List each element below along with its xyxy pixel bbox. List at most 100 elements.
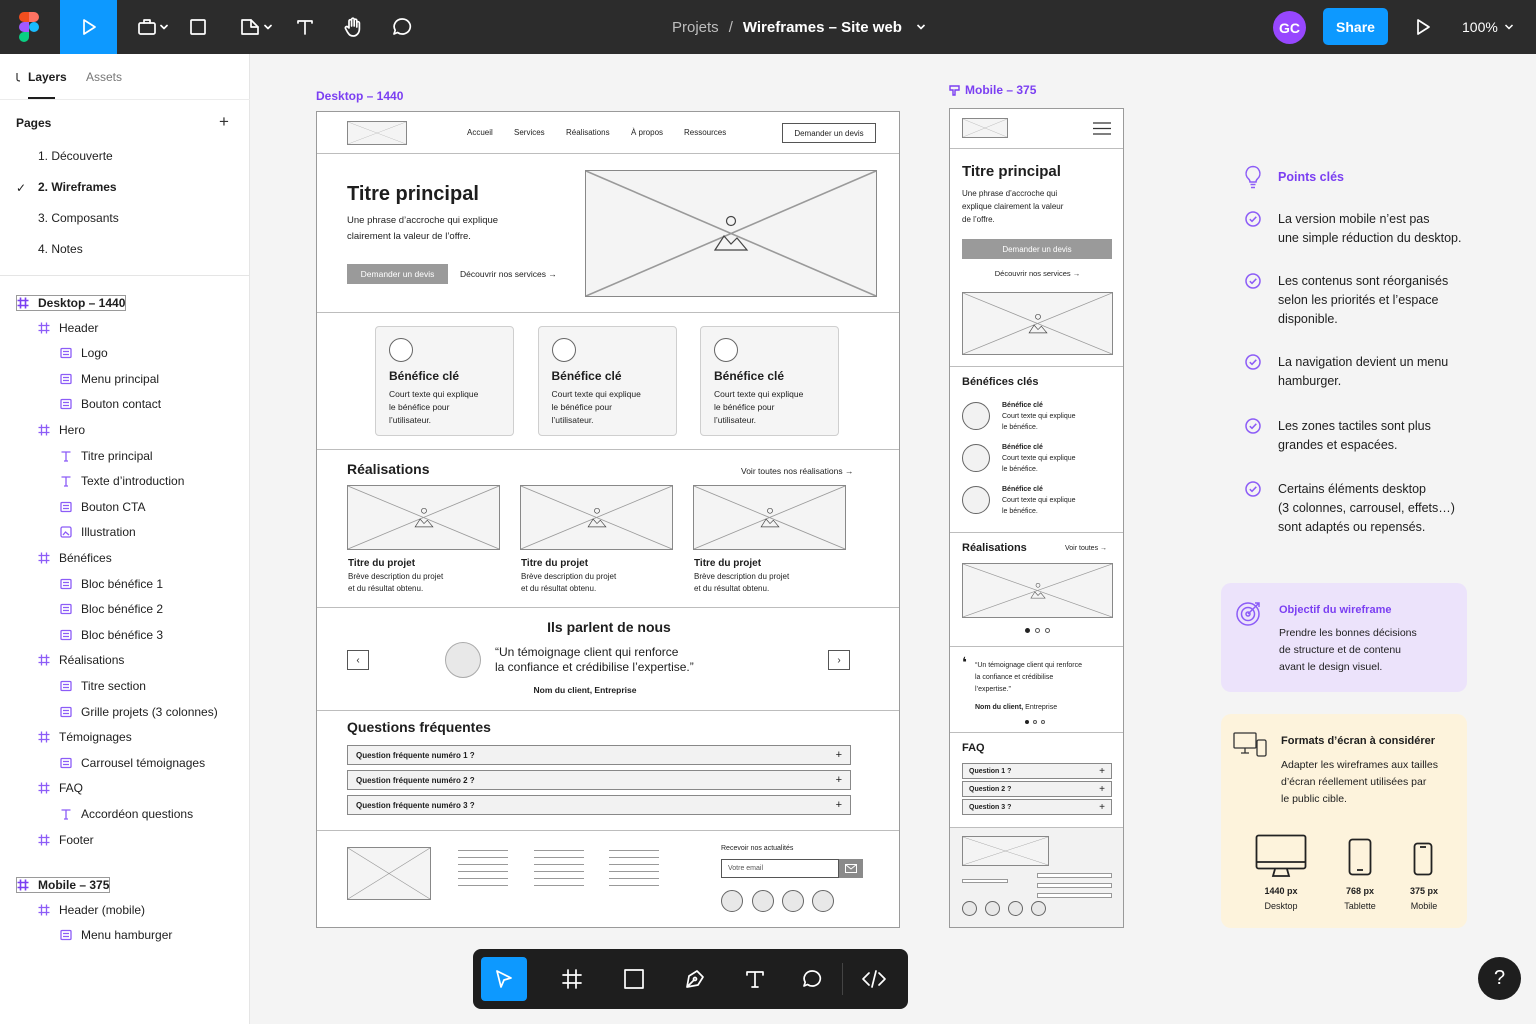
benefit-card: Bénéfice clé Court texte qui explique le… bbox=[537, 326, 677, 436]
mobile-faq-item[interactable]: Question 3 ? + bbox=[962, 799, 1112, 815]
layer-item[interactable]: Menu principal bbox=[60, 372, 159, 386]
hand-tool-button[interactable] bbox=[335, 0, 371, 54]
hamburger-menu-icon[interactable] bbox=[1093, 122, 1111, 135]
mobile-projects-link[interactable]: Voir toutes → bbox=[1065, 545, 1107, 552]
layer-item[interactable]: Logo bbox=[60, 346, 108, 360]
layer-item[interactable]: Illustration bbox=[60, 525, 136, 539]
avatar[interactable]: GC bbox=[1273, 11, 1306, 44]
social-icon[interactable] bbox=[812, 890, 834, 912]
mobile-faq-item[interactable]: Question 1 ? + bbox=[962, 763, 1112, 779]
pen-tool-button[interactable] bbox=[232, 0, 278, 54]
social-icon[interactable] bbox=[1031, 901, 1046, 916]
layer-item[interactable]: Témoignages bbox=[38, 730, 132, 744]
tab-layers[interactable]: Layers bbox=[28, 70, 67, 84]
social-icon[interactable] bbox=[782, 890, 804, 912]
layer-item[interactable]: Réalisations bbox=[38, 653, 124, 667]
select-tool-button[interactable] bbox=[481, 957, 527, 1001]
share-button[interactable]: Share bbox=[1323, 8, 1388, 45]
layer-item[interactable]: Grille projets (3 colonnes) bbox=[60, 705, 218, 719]
nav-item-ressources[interactable]: Ressources bbox=[684, 128, 726, 137]
page-item-composants[interactable]: 3. Composants bbox=[38, 211, 119, 225]
desktop-frame-label[interactable]: Desktop – 1440 bbox=[316, 89, 403, 103]
tab-assets[interactable]: Assets bbox=[86, 70, 122, 84]
text-tool-button[interactable] bbox=[288, 0, 322, 54]
layer-item[interactable]: Header bbox=[38, 321, 98, 335]
comment-tool-button[interactable] bbox=[789, 957, 835, 1001]
social-icon[interactable] bbox=[1008, 901, 1023, 916]
layer-item[interactable]: Texte d’introduction bbox=[60, 474, 184, 488]
projects-link[interactable]: Voir toutes nos réalisations → bbox=[741, 466, 853, 476]
rectangle-tool-button[interactable] bbox=[611, 957, 657, 1001]
chevron-down-icon[interactable] bbox=[916, 22, 926, 32]
layer-item[interactable]: Titre principal bbox=[60, 449, 153, 463]
carousel-next-button[interactable]: › bbox=[828, 650, 850, 670]
layer-item[interactable]: Bouton CTA bbox=[60, 500, 145, 514]
pages-heading: Pages bbox=[16, 116, 52, 130]
zoom-dropdown[interactable]: 100% bbox=[1462, 0, 1514, 54]
text-tool-button[interactable] bbox=[732, 957, 778, 1001]
carousel-dots[interactable] bbox=[1025, 628, 1050, 633]
layer-item[interactable]: Bouton contact bbox=[60, 397, 161, 411]
breadcrumb-projects-link[interactable]: Projets bbox=[672, 19, 719, 36]
nav-item-services[interactable]: Services bbox=[514, 128, 545, 137]
carousel-prev-button[interactable]: ‹ bbox=[347, 650, 369, 670]
file-name[interactable]: Wireframes – Site web bbox=[743, 19, 902, 36]
hero-cta-button[interactable]: Demander un devis bbox=[347, 264, 448, 284]
add-page-button[interactable]: + bbox=[219, 113, 229, 130]
contact-button[interactable]: Demander un devis bbox=[782, 123, 876, 143]
layer-item[interactable]: Footer bbox=[38, 833, 94, 847]
help-button[interactable]: ? bbox=[1478, 957, 1521, 1000]
layer-item[interactable]: Hero bbox=[38, 423, 85, 437]
layer-item[interactable]: Header (mobile) bbox=[38, 903, 145, 917]
mobile-hero-cta-button[interactable]: Demander un devis bbox=[962, 239, 1112, 259]
mobile-frame[interactable]: Titre principal Une phrase d’accroche qu… bbox=[949, 108, 1124, 928]
faq-item[interactable]: Question fréquente numéro 1 ? + bbox=[347, 745, 851, 765]
social-icon[interactable] bbox=[752, 890, 774, 912]
dev-mode-button[interactable] bbox=[851, 957, 897, 1001]
layer-item[interactable]: Carrousel témoignages bbox=[60, 756, 205, 770]
comment-tool-button[interactable] bbox=[384, 0, 420, 54]
collapse-panel-icon[interactable] bbox=[16, 72, 22, 82]
figma-logo-icon[interactable] bbox=[0, 0, 58, 54]
layer-label: Bloc bénéfice 3 bbox=[81, 627, 164, 642]
page-item-notes[interactable]: 4. Notes bbox=[38, 242, 83, 256]
nav-item-accueil[interactable]: Accueil bbox=[467, 128, 493, 137]
faq-item[interactable]: Question fréquente numéro 2 ? + bbox=[347, 770, 851, 790]
newsletter-email-input[interactable]: Votre email bbox=[721, 859, 839, 878]
layer-item[interactable]: Titre section bbox=[60, 679, 146, 693]
faq-item[interactable]: Question fréquente numéro 3 ? + bbox=[347, 795, 851, 815]
page-item-wireframes[interactable]: 2. Wireframes bbox=[38, 180, 117, 194]
layer-label: Footer bbox=[59, 832, 94, 847]
social-icon[interactable] bbox=[721, 890, 743, 912]
page-item-decouverte[interactable]: 1. Découverte bbox=[38, 149, 113, 163]
nav-item-realisations[interactable]: Réalisations bbox=[566, 128, 610, 137]
desktop-frame[interactable]: Accueil Services Réalisations À propos R… bbox=[316, 111, 900, 928]
shape-tool-button[interactable] bbox=[180, 0, 216, 54]
layer-item[interactable]: Menu hamburger bbox=[60, 928, 172, 942]
layer-item[interactable]: Bénéfices bbox=[38, 551, 112, 565]
layer-item[interactable]: Bloc bénéfice 3 bbox=[60, 628, 163, 642]
layer-item[interactable]: Desktop – 1440 bbox=[16, 295, 127, 311]
frame-tool-button[interactable] bbox=[549, 957, 595, 1001]
component-layer-icon bbox=[60, 757, 72, 769]
pen-tool-button[interactable] bbox=[672, 957, 718, 1001]
layer-item[interactable]: Accordéon questions bbox=[60, 807, 193, 821]
frame-tool-button[interactable] bbox=[130, 0, 174, 54]
social-icon[interactable] bbox=[985, 901, 1000, 916]
key-point-text: Les zones tactiles sont plus grandes et e… bbox=[1278, 417, 1478, 455]
layer-item[interactable]: Mobile – 375 bbox=[16, 877, 111, 894]
newsletter-submit-button[interactable] bbox=[839, 859, 863, 878]
mobile-hero-link[interactable]: Découvrir nos services → bbox=[950, 269, 1123, 278]
layer-item[interactable]: Bloc bénéfice 1 bbox=[60, 577, 163, 591]
testimonial-dots[interactable] bbox=[1025, 720, 1045, 724]
nav-item-a-propos[interactable]: À propos bbox=[631, 128, 663, 137]
layer-item[interactable]: Bloc bénéfice 2 bbox=[60, 602, 163, 616]
hero-link[interactable]: Découvrir nos services → bbox=[460, 269, 557, 279]
mobile-faq-item[interactable]: Question 2 ? + bbox=[962, 781, 1112, 797]
layer-item[interactable]: FAQ bbox=[38, 781, 83, 795]
mobile-frame-label[interactable]: Mobile – 375 bbox=[949, 83, 1036, 97]
social-icon[interactable] bbox=[962, 901, 977, 916]
present-button[interactable] bbox=[1405, 0, 1441, 54]
move-tool-button[interactable] bbox=[60, 0, 117, 54]
objective-title: Objectif du wireframe bbox=[1279, 604, 1392, 616]
